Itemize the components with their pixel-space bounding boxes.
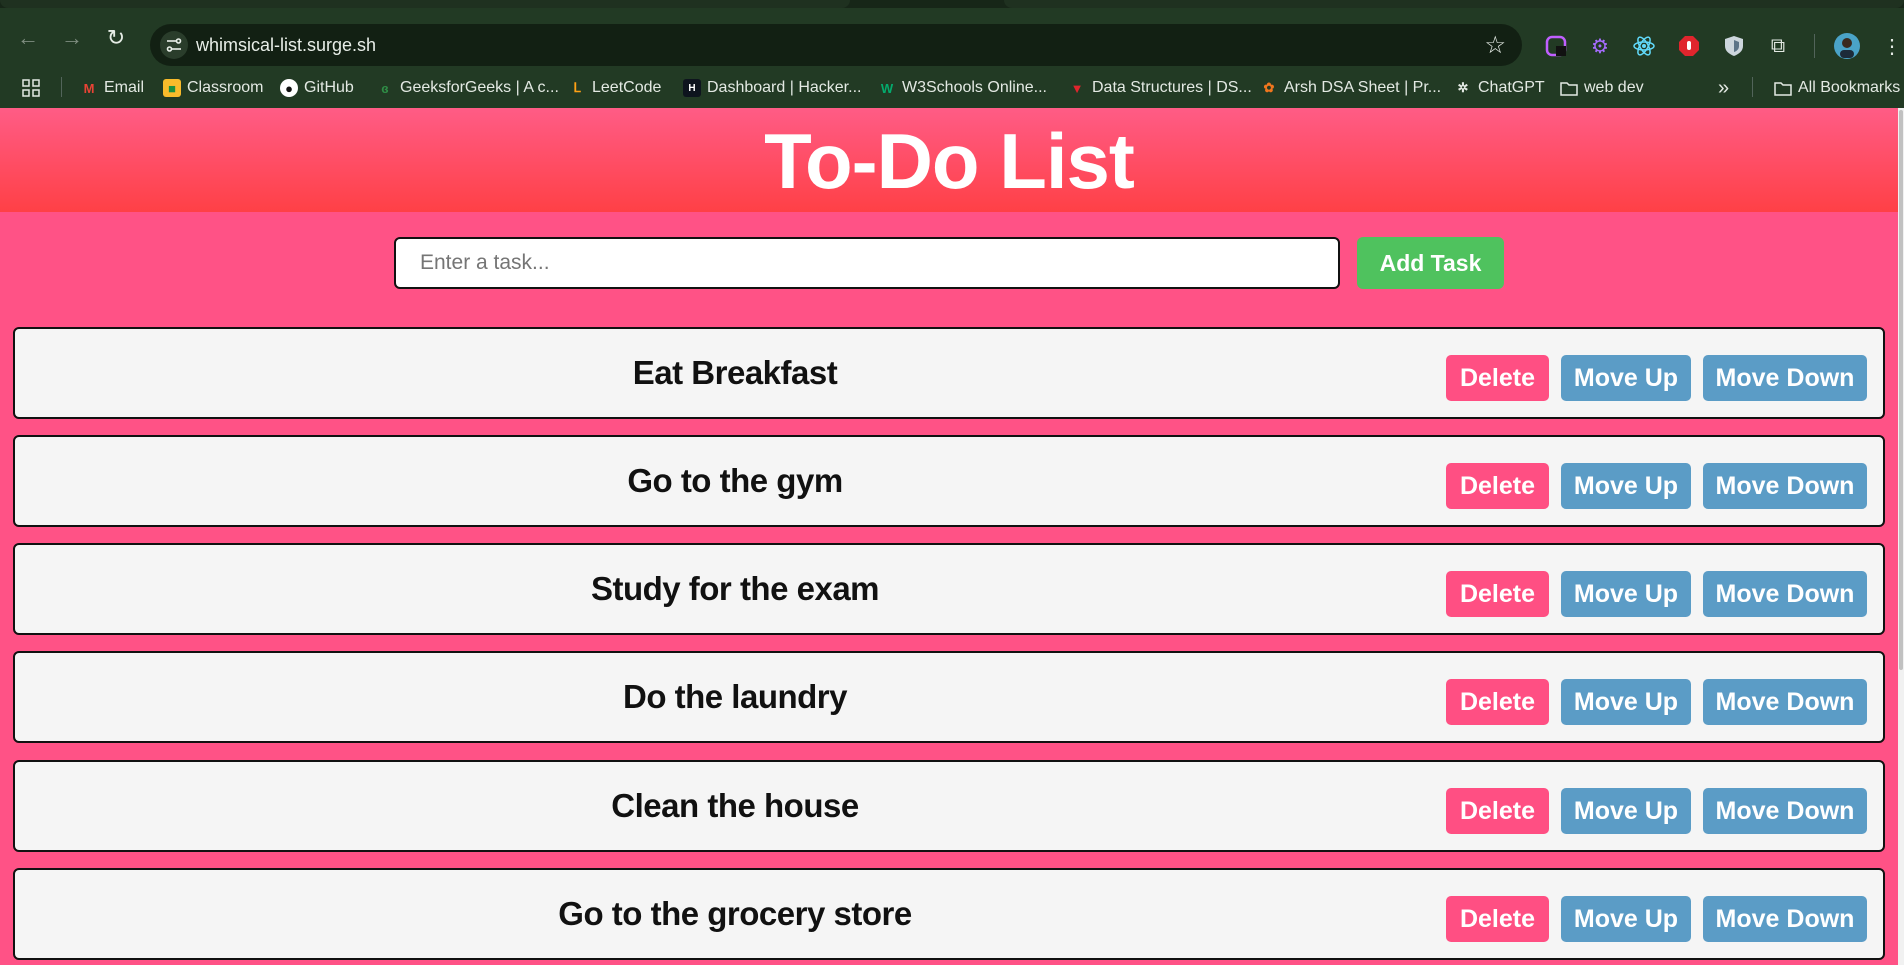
page-header: To-Do List (0, 108, 1898, 212)
github-icon: ● (280, 79, 298, 97)
reload-icon[interactable]: ↻ (98, 20, 134, 56)
forward-icon[interactable]: → (54, 20, 90, 56)
bookmarks-overflow-icon[interactable]: » (1718, 77, 1729, 99)
task-item: Clean the house Delete Move Up Move Down (13, 760, 1885, 852)
move-down-button[interactable]: Move Down (1703, 355, 1867, 401)
move-up-button[interactable]: Move Up (1561, 355, 1691, 401)
bookmark-label: Data Structures | DS... (1092, 79, 1252, 96)
extension-react-icon[interactable] (1630, 32, 1658, 60)
delete-button[interactable]: Delete (1446, 788, 1549, 834)
task-text: Clean the house (611, 787, 859, 824)
delete-button[interactable]: Delete (1446, 355, 1549, 401)
move-down-button[interactable]: Move Down (1703, 788, 1867, 834)
page-scrollbar[interactable] (1898, 108, 1904, 965)
bookmark-email[interactable]: M Email (80, 77, 144, 99)
move-up-button[interactable]: Move Up (1561, 571, 1691, 617)
folder-icon (1560, 79, 1578, 97)
scrollbar-thumb[interactable] (1899, 110, 1903, 670)
data-structures-icon: ▼ (1070, 80, 1084, 96)
task-item: Study for the exam Delete Move Up Move D… (13, 543, 1885, 635)
classroom-icon: ■ (163, 79, 181, 97)
task-item: Do the laundry Delete Move Up Move Down (13, 651, 1885, 743)
browser-menu-icon[interactable]: ⋮ (1878, 32, 1904, 60)
toolbar-divider (1814, 34, 1815, 58)
bookmark-classroom[interactable]: ■ Classroom (163, 77, 263, 99)
gmail-icon: M (83, 80, 95, 96)
task-item: Go to the gym Delete Move Up Move Down (13, 435, 1885, 527)
bookmark-label: LeetCode (592, 79, 662, 96)
leetcode-icon: ᒪ (573, 80, 581, 95)
delete-button[interactable]: Delete (1446, 679, 1549, 725)
delete-button[interactable]: Delete (1446, 571, 1549, 617)
bookmark-leetcode[interactable]: ᒪ LeetCode (568, 77, 661, 99)
bookmark-label: web dev (1584, 79, 1644, 96)
delete-button[interactable]: Delete (1446, 896, 1549, 942)
bookmark-label: GeeksforGeeks | A c... (400, 79, 559, 96)
extension-shield-icon[interactable] (1720, 32, 1748, 60)
all-bookmarks-button[interactable]: All Bookmarks (1774, 77, 1900, 99)
move-up-button[interactable]: Move Up (1561, 896, 1691, 942)
site-info-icon[interactable] (160, 31, 188, 59)
move-up-button[interactable]: Move Up (1561, 788, 1691, 834)
bookmark-label: Dashboard | Hacker... (707, 79, 862, 96)
bookmarks-divider (61, 77, 62, 97)
bookmarks-bar: M Email ■ Classroom ● GitHub ɞ GeeksforG… (0, 67, 1904, 108)
arsh-dsa-icon: ✿ (1263, 80, 1275, 95)
extension-gear-icon[interactable]: ⚙ (1586, 32, 1614, 60)
move-down-button[interactable]: Move Down (1703, 463, 1867, 509)
bookmarks-divider (1752, 77, 1753, 97)
bookmark-arsh-dsa[interactable]: ✿ Arsh DSA Sheet | Pr... (1260, 77, 1442, 99)
extension-adblock-icon[interactable] (1675, 32, 1703, 60)
chatgpt-icon: ✲ (1457, 80, 1469, 95)
add-task-button[interactable]: Add Task (1357, 237, 1504, 289)
bookmark-web-dev[interactable]: web dev (1560, 77, 1644, 99)
bookmark-label: Classroom (187, 79, 264, 96)
back-icon[interactable]: ← (10, 20, 46, 56)
bookmark-label: ChatGPT (1478, 79, 1545, 96)
w3schools-icon: W (880, 80, 894, 96)
bookmark-geeksforgeeks[interactable]: ɞ GeeksforGeeks | A c... (376, 77, 559, 99)
task-text: Go to the gym (627, 462, 843, 499)
bookmark-github[interactable]: ● GitHub (280, 77, 354, 99)
move-down-button[interactable]: Move Down (1703, 679, 1867, 725)
task-input[interactable] (394, 237, 1340, 289)
tab-left[interactable] (0, 0, 850, 8)
extension-colorzilla-icon[interactable] (1542, 32, 1570, 60)
bookmark-hackerrank[interactable]: H Dashboard | Hacker... (683, 77, 861, 99)
bookmark-label: GitHub (304, 79, 354, 96)
hackerrank-icon: H (683, 79, 701, 97)
folder-icon (1774, 79, 1792, 97)
bookmark-label: Email (104, 79, 145, 96)
bookmark-label: Arsh DSA Sheet | Pr... (1284, 79, 1442, 96)
tab-strip (0, 0, 1904, 8)
geeksforgeeks-icon: ɞ (381, 80, 389, 96)
bookmark-chatgpt[interactable]: ✲ ChatGPT (1454, 77, 1545, 99)
move-up-button[interactable]: Move Up (1561, 679, 1691, 725)
delete-button[interactable]: Delete (1446, 463, 1549, 509)
tab-right[interactable] (1004, 0, 1904, 8)
task-text: Eat Breakfast (632, 354, 838, 391)
bookmark-star-icon[interactable]: ☆ (1484, 31, 1506, 60)
bookmark-label: W3Schools Online... (902, 79, 1047, 96)
all-bookmarks-label: All Bookmarks (1798, 79, 1901, 96)
profile-avatar[interactable] (1833, 32, 1861, 60)
url-text[interactable]: whimsical-list.surge.sh (196, 35, 376, 56)
move-up-button[interactable]: Move Up (1561, 463, 1691, 509)
move-down-button[interactable]: Move Down (1703, 571, 1867, 617)
task-text: Do the laundry (622, 678, 848, 715)
task-item: Go to the grocery store Delete Move Up M… (13, 868, 1885, 960)
bookmark-data-structures[interactable]: ▼ Data Structures | DS... (1068, 77, 1252, 99)
address-bar[interactable]: whimsical-list.surge.sh ☆ (150, 24, 1522, 66)
extensions-puzzle-icon[interactable]: ⧉ (1764, 32, 1792, 60)
page-title: To-Do List (764, 117, 1135, 205)
move-down-button[interactable]: Move Down (1703, 896, 1867, 942)
apps-grid-icon[interactable] (22, 77, 40, 99)
bookmark-w3schools[interactable]: W W3Schools Online... (878, 77, 1047, 99)
task-text: Go to the grocery store (558, 895, 912, 932)
browser-toolbar: ← → ↻ whimsical-list.surge.sh ☆ ⚙ ⧉ ⋮ (0, 8, 1904, 67)
task-item: Eat Breakfast Delete Move Up Move Down (13, 327, 1885, 419)
task-text: Study for the exam (590, 570, 880, 607)
